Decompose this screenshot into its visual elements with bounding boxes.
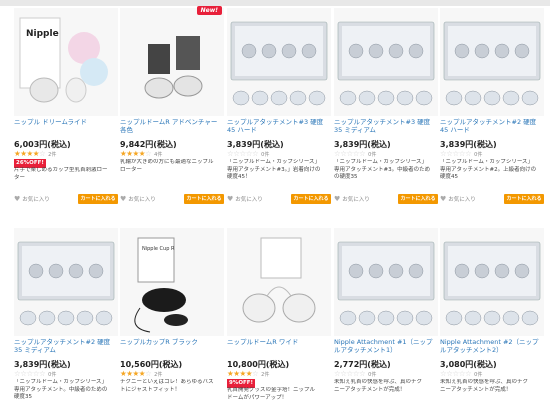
heart-icon: ♥ bbox=[440, 195, 447, 203]
review-count: 0件 bbox=[368, 151, 377, 158]
rating: ★ ★ ★ ★ ☆ 2件 bbox=[120, 370, 162, 378]
new-badge: New! bbox=[196, 6, 222, 15]
favorite-label: お気に入り bbox=[235, 197, 263, 203]
product-description: 未知ぇ乳首の快感を呼ぶ、真のチク ニーアタッチメントが完成！ bbox=[334, 379, 423, 393]
star-icon: ☆ bbox=[358, 149, 366, 158]
rating: ☆ ☆ ☆ ☆ ☆ 0件 bbox=[440, 150, 482, 158]
product-card[interactable]: Nipple Attachment #1（ニップルアタッチメント1） 2,772… bbox=[334, 226, 438, 413]
product-description: 「ニップルドーム・カップシリーズ」 専用アタッチメント#3。中級者のため の硬度… bbox=[334, 159, 431, 180]
rating: ☆ ☆ ☆ ☆ ☆ 0件 bbox=[334, 150, 376, 158]
product-description: 「ニップルドーム・カップシリーズ」 専用アタッチメント#3。」岩着向けの 硬度4… bbox=[227, 159, 321, 180]
favorite-label: お気に入り bbox=[448, 197, 476, 203]
product-description: 乳輪が大きめの方にも最適なニップル ローター bbox=[120, 159, 214, 173]
add-to-cart-button[interactable]: カートに入れる bbox=[78, 194, 118, 204]
favorite-button[interactable]: ♥ お気に入り bbox=[440, 195, 476, 203]
add-to-cart-button[interactable]: カートに入れる bbox=[184, 194, 224, 204]
review-count: 2件 bbox=[261, 371, 270, 378]
product-name-link[interactable]: ニップルドームR ワイド bbox=[227, 338, 331, 360]
star-icon: ☆ bbox=[251, 369, 259, 378]
star-icon: ☆ bbox=[251, 149, 259, 158]
product-image[interactable] bbox=[440, 8, 544, 116]
product-description: 片手で楽しめるカップ型乳首刺激ロー ター bbox=[14, 167, 108, 181]
star-icon: ☆ bbox=[144, 369, 152, 378]
product-name-link[interactable]: ニップルアタッチメント#3 硬度 35 ミディアム bbox=[334, 118, 438, 140]
star-icon: ☆ bbox=[144, 149, 152, 158]
product-image[interactable] bbox=[440, 228, 544, 336]
favorite-button[interactable]: ♥ お気に入り bbox=[120, 195, 156, 203]
heart-icon: ♥ bbox=[334, 195, 341, 203]
add-to-cart-button[interactable]: カートに入れる bbox=[291, 194, 331, 204]
favorite-label: お気に入り bbox=[128, 197, 156, 203]
rating: ☆ ☆ ☆ ☆ ☆ 0件 bbox=[14, 370, 56, 378]
favorite-button[interactable]: ♥ お気に入り bbox=[334, 195, 370, 203]
svg-text:Nipple: Nipple bbox=[26, 29, 59, 39]
product-card[interactable]: Nipple ニップル ドリームライド 6,003円(税込) ★ ★ ★ ★ ☆ 2件 … bbox=[14, 6, 118, 206]
product-card[interactable]: ニップルアタッチメント#2 硬度 45 ハード 3,839円(税込) ☆ ☆ ☆ ☆ ☆… bbox=[440, 6, 544, 206]
rating: ★ ★ ★ ★ ☆ 4件 bbox=[120, 150, 162, 158]
review-count: 0件 bbox=[261, 151, 270, 158]
rating: ★ ★ ★ ★ ☆ 2件 bbox=[227, 370, 269, 378]
product-card[interactable]: Nipple Attachment #2（ニップルアタッチメント2） 3,080… bbox=[440, 226, 544, 413]
product-name-link[interactable]: ニップルアタッチメント#2 硬度 35 ミディアム bbox=[14, 338, 118, 360]
review-count: 0件 bbox=[368, 371, 377, 378]
product-card[interactable]: ニップルアタッチメント#2 硬度 35 ミディアム 3,839円(税込) ☆ ☆ ☆… bbox=[14, 226, 118, 413]
product-image[interactable] bbox=[14, 228, 118, 336]
star-icon: ☆ bbox=[358, 369, 366, 378]
product-description: 「ニップルドーム・カップシリーズ」 専用アタッチメント。中級者のための 硬度35 bbox=[14, 379, 108, 400]
product-name-link[interactable]: Nipple Attachment #1（ニップルアタッチメント1） bbox=[334, 338, 438, 360]
heart-icon: ♥ bbox=[14, 195, 21, 203]
star-icon: ☆ bbox=[38, 149, 46, 158]
product-image[interactable] bbox=[227, 8, 331, 116]
product-name-link[interactable]: Nipple Attachment #2（ニップルアタッチメント2） bbox=[440, 338, 544, 360]
product-description: 乳首開発グッズの金字塔！ニップル ドームがパワーアップ！ bbox=[227, 387, 316, 401]
product-card[interactable]: ニップルアタッチメント#3 硬度 35 ミディアム 3,839円(税込) ☆ ☆ ☆… bbox=[334, 6, 438, 206]
product-image[interactable] bbox=[334, 228, 438, 336]
product-description: チクニーといえばコレ！あらゆるバス トにジャストフィット！ bbox=[120, 379, 214, 393]
review-count: 0件 bbox=[48, 371, 57, 378]
product-description: 「ニップルドーム・カップシリーズ」 専用アタッチメント#2。上級者向けの 硬度4… bbox=[440, 159, 537, 180]
heart-icon: ♥ bbox=[227, 195, 234, 203]
product-image[interactable] bbox=[227, 228, 331, 336]
star-icon: ☆ bbox=[38, 369, 46, 378]
product-image[interactable] bbox=[120, 8, 224, 116]
favorite-button[interactable]: ♥ お気に入り bbox=[14, 195, 50, 203]
star-icon: ☆ bbox=[464, 369, 472, 378]
product-card[interactable]: ニップルドームR ワイド 10,800円(税込) ★ ★ ★ ★ ☆ 2件 9%OFF!… bbox=[227, 226, 331, 413]
product-image[interactable]: Nipple Cup R bbox=[120, 228, 224, 336]
rating: ☆ ☆ ☆ ☆ ☆ 0件 bbox=[334, 370, 376, 378]
review-count: 2件 bbox=[154, 371, 163, 378]
product-name-link[interactable]: ニップルドームR アドベンチャー 各色 bbox=[120, 118, 224, 140]
product-name-link[interactable]: ニップル ドリームライド bbox=[14, 118, 118, 140]
review-count: 2件 bbox=[48, 151, 57, 158]
product-name-link[interactable]: ニップルアタッチメント#3 硬度 45 ハード bbox=[227, 118, 331, 140]
rating: ☆ ☆ ☆ ☆ ☆ 0件 bbox=[227, 150, 269, 158]
product-image[interactable]: Nipple bbox=[14, 8, 118, 116]
favorite-button[interactable]: ♥ お気に入り bbox=[227, 195, 263, 203]
product-card[interactable]: New! ニップルドームR アドベンチャー 各色 9,842円(税込) ★ ★ ★ ★… bbox=[120, 6, 224, 206]
add-to-cart-button[interactable]: カートに入れる bbox=[398, 194, 438, 204]
rating: ☆ ☆ ☆ ☆ ☆ 0件 bbox=[440, 370, 482, 378]
svg-text:Nipple Cup R: Nipple Cup R bbox=[142, 246, 175, 252]
heart-icon: ♥ bbox=[120, 195, 127, 203]
review-count: 4件 bbox=[154, 151, 163, 158]
product-name-link[interactable]: ニップルカップR ブラック bbox=[120, 338, 224, 360]
star-icon: ☆ bbox=[464, 149, 472, 158]
favorite-label: お気に入り bbox=[22, 197, 50, 203]
review-count: 0件 bbox=[474, 151, 483, 158]
review-count: 0件 bbox=[474, 371, 483, 378]
add-to-cart-button[interactable]: カートに入れる bbox=[504, 194, 544, 204]
product-name-link[interactable]: ニップルアタッチメント#2 硬度 45 ハード bbox=[440, 118, 544, 140]
product-description: 未知ぇ乳首の快感を呼ぶ、真のチク ニーアタッチメントが完成！ bbox=[440, 379, 529, 393]
product-image[interactable] bbox=[334, 8, 438, 116]
rating: ★ ★ ★ ★ ☆ 2件 bbox=[14, 150, 56, 158]
product-card[interactable]: ニップルアタッチメント#3 硬度 45 ハード 3,839円(税込) ☆ ☆ ☆ ☆ ☆… bbox=[227, 6, 331, 206]
product-card[interactable]: Nipple Cup R ニップルカップR ブラック 10,560円(税込) ★… bbox=[120, 226, 224, 413]
favorite-label: お気に入り bbox=[342, 197, 370, 203]
